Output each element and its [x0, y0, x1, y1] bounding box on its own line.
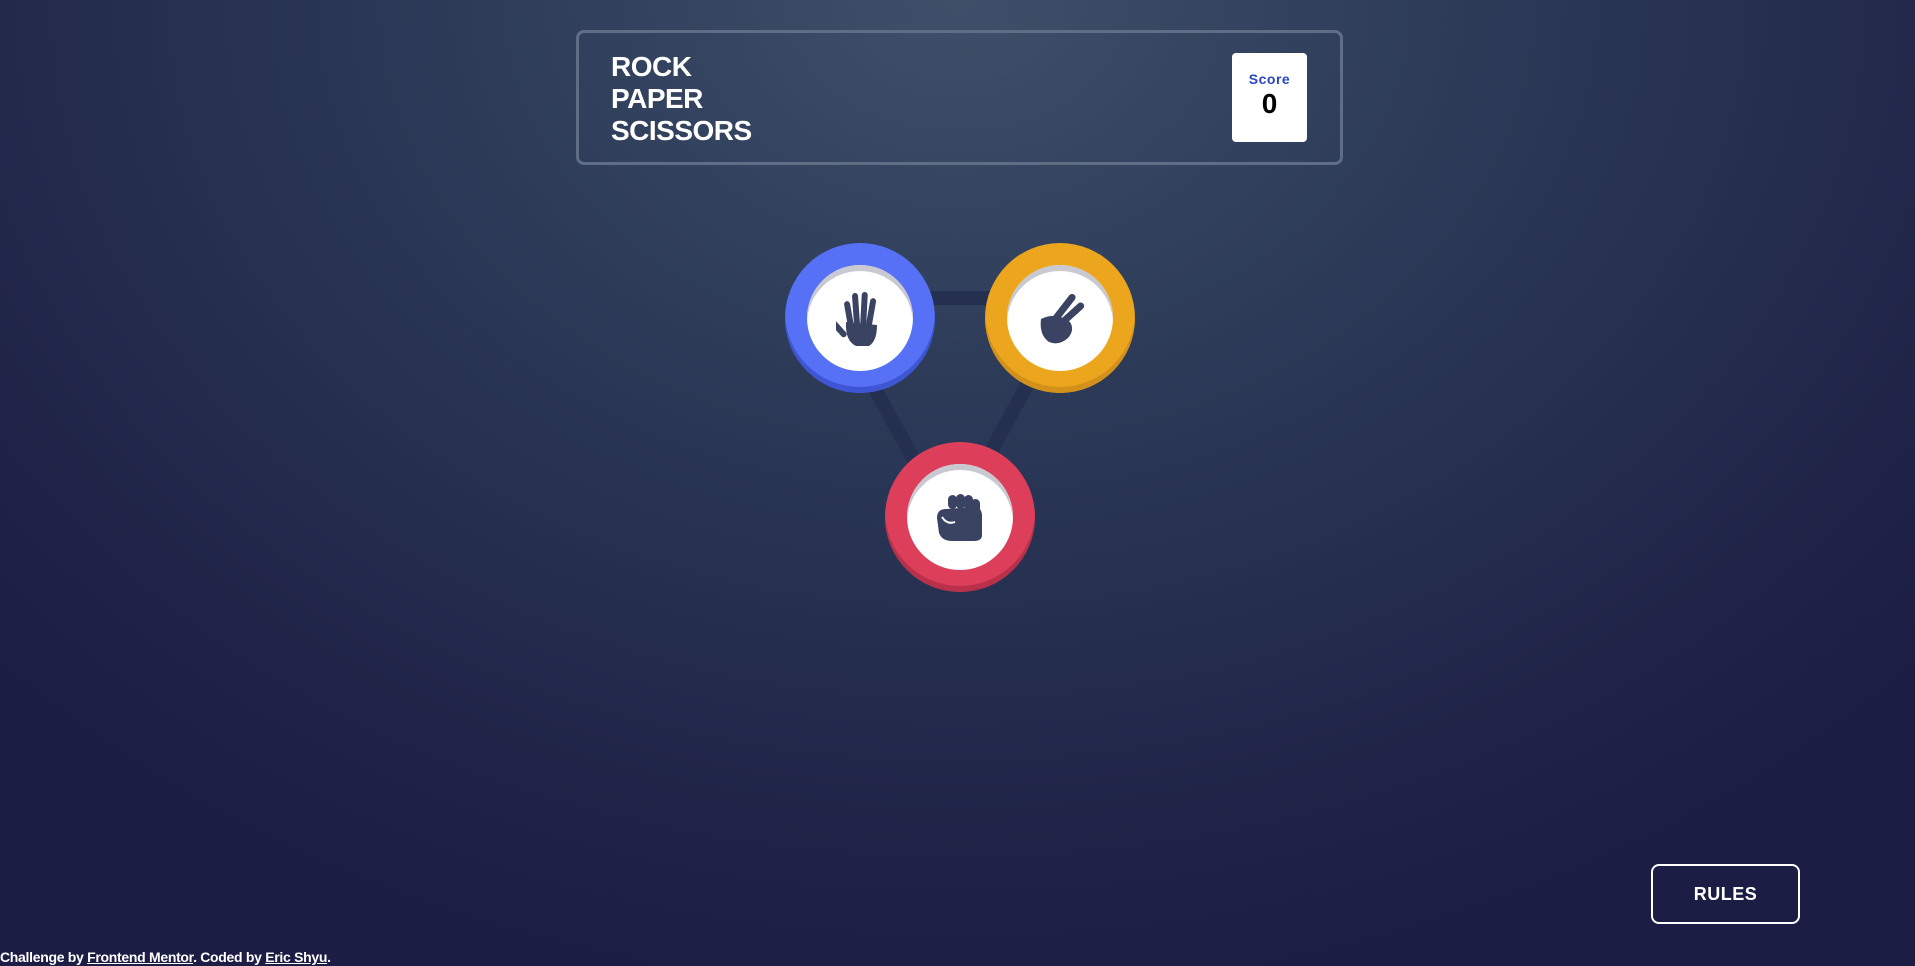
attribution-suffix: . — [327, 949, 331, 965]
rock-token-face — [907, 464, 1013, 570]
title-line-rock: Rock — [611, 51, 692, 82]
paper-hand-icon — [835, 291, 877, 346]
attribution-middle: . Coded by — [193, 949, 266, 965]
author-link[interactable]: Eric Shyu — [265, 949, 327, 965]
scissors-hand-icon — [1040, 293, 1084, 344]
game-board — [775, 237, 1145, 607]
title-line-scissors: Scissors — [611, 115, 752, 146]
paper-token-face — [807, 265, 913, 371]
rock-choice-button[interactable] — [885, 442, 1035, 592]
paper-choice-button[interactable] — [785, 243, 935, 393]
rock-fist-icon — [937, 494, 982, 541]
scissors-token-face — [1007, 265, 1113, 371]
game-header: Rock Paper Scissors Score 0 — [576, 30, 1343, 165]
rules-button[interactable]: RULES — [1651, 864, 1800, 924]
score-value: 0 — [1261, 88, 1278, 119]
score-box: Score 0 — [1232, 53, 1307, 142]
scissors-choice-button[interactable] — [985, 243, 1135, 393]
game-title: Rock Paper Scissors — [611, 51, 752, 147]
score-label: Score — [1248, 71, 1291, 87]
frontend-mentor-link[interactable]: Frontend Mentor — [87, 949, 193, 965]
title-line-paper: Paper — [611, 83, 703, 114]
attribution-footer: Challenge by Frontend Mentor. Coded by E… — [0, 949, 331, 965]
attribution-prefix: Challenge by — [0, 949, 88, 965]
